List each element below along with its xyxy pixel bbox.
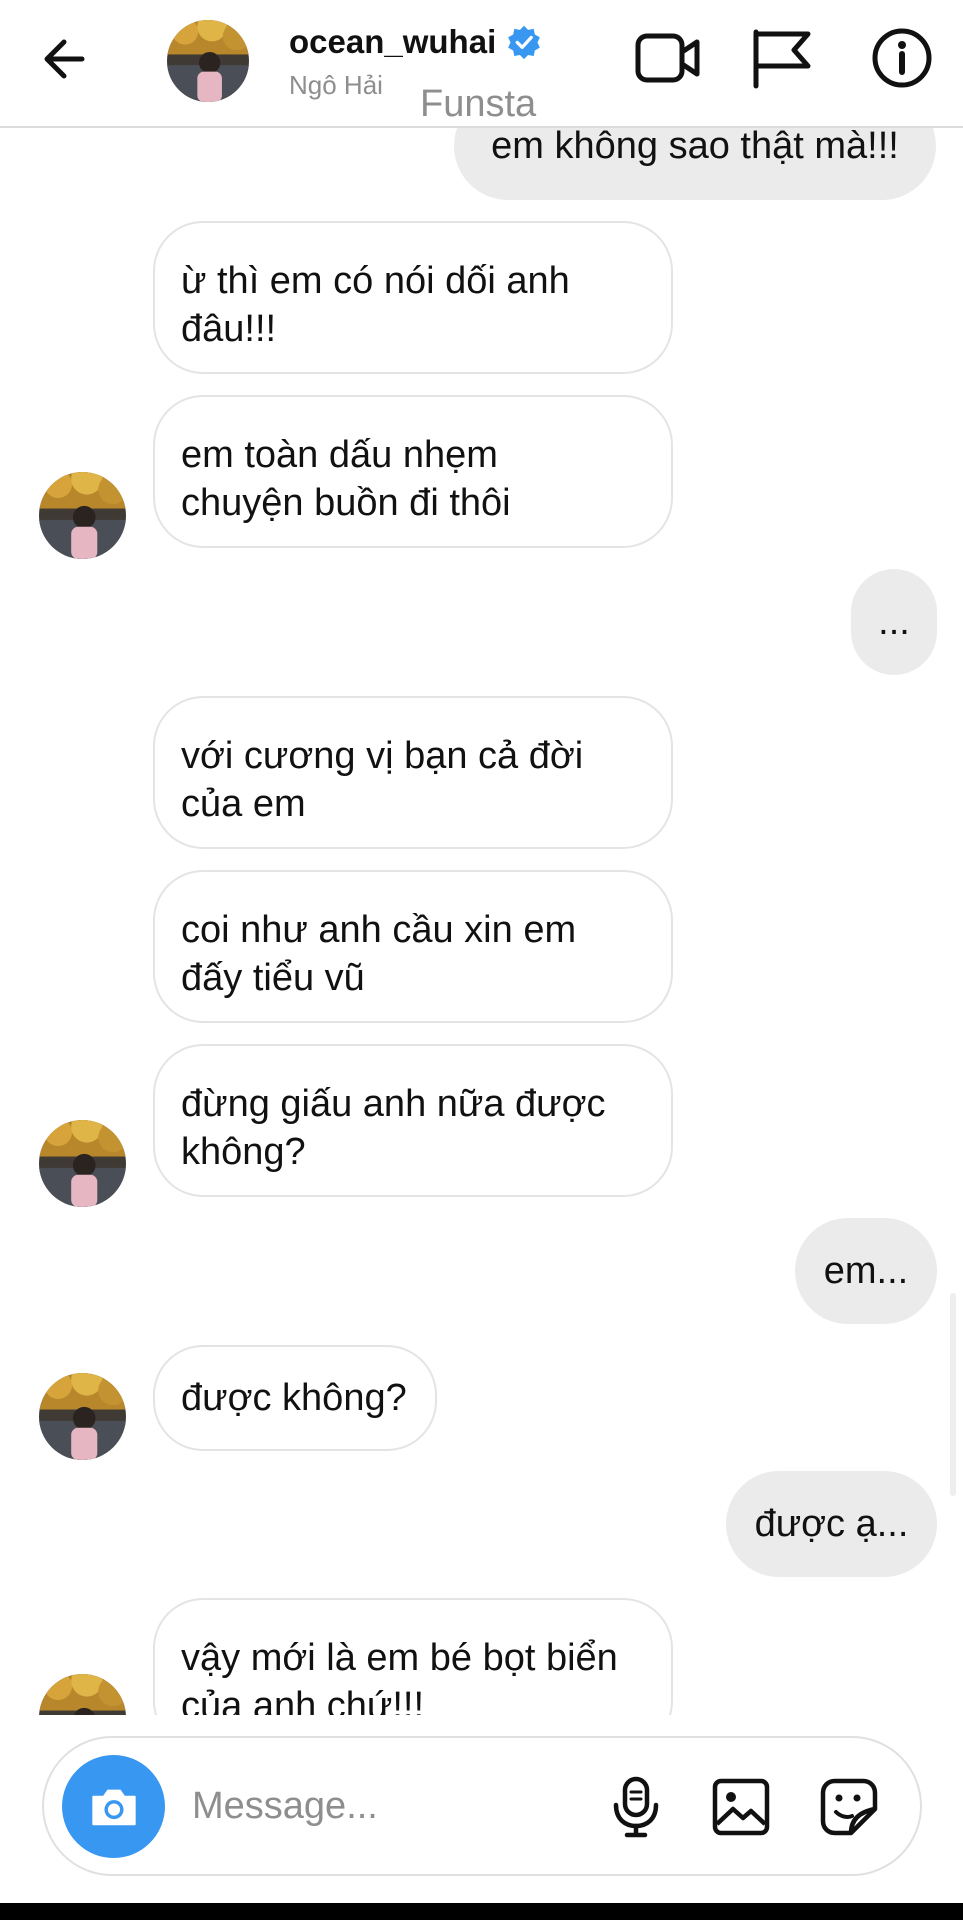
profile-avatar[interactable] [167, 20, 249, 102]
info-icon[interactable] [868, 26, 936, 90]
dm-thread-screen: em không sao thật mà!!! ừ thì em có nói … [0, 0, 963, 1920]
composer-area [0, 1715, 963, 1920]
message-bubble-outgoing[interactable]: được ạ... [726, 1471, 937, 1577]
message-bubble-incoming[interactable]: đừng giấu anh nữa được không? [153, 1044, 673, 1197]
app-watermark: Funsta [420, 83, 537, 125]
message-bubble-incoming[interactable]: ừ thì em có nói dối anh đâu!!! [153, 221, 673, 374]
message-bubble-incoming[interactable]: với cương vị bạn cả đời của em [153, 696, 673, 849]
verified-badge-icon [506, 24, 542, 60]
username[interactable]: ocean_wuhai [289, 20, 542, 64]
username-text[interactable]: ocean_wuhai [289, 20, 496, 64]
sender-avatar[interactable] [39, 1674, 126, 1715]
message-composer [42, 1736, 922, 1876]
full-name: Ngô Hải [289, 70, 383, 100]
sticker-icon[interactable] [819, 1776, 879, 1838]
message-input[interactable] [192, 1776, 492, 1836]
system-nav-bar [0, 1903, 963, 1920]
message-list[interactable]: em không sao thật mà!!! ừ thì em có nói … [0, 0, 963, 1715]
video-call-icon[interactable] [634, 26, 702, 90]
sender-avatar[interactable] [39, 1120, 126, 1207]
camera-button[interactable] [62, 1755, 165, 1858]
message-bubble-incoming[interactable]: được không? [153, 1345, 437, 1451]
conversation-header: ocean_wuhai Ngô Hải Funsta [0, 0, 963, 128]
camera-icon [91, 1789, 136, 1825]
sender-avatar[interactable] [39, 1373, 126, 1460]
back-arrow-icon[interactable] [38, 30, 96, 88]
message-bubble-incoming[interactable]: vậy mới là em bé bọt biển của anh chứ!!! [153, 1598, 673, 1715]
message-bubble-outgoing[interactable]: ... [851, 569, 937, 675]
sender-avatar[interactable] [39, 472, 126, 559]
message-bubble-incoming[interactable]: em toàn dấu nhẹm chuyện buồn đi thôi [153, 395, 673, 548]
gallery-icon[interactable] [711, 1776, 771, 1838]
scrollbar-thumb[interactable] [950, 1293, 956, 1496]
microphone-icon[interactable] [606, 1776, 666, 1838]
flag-icon[interactable] [748, 26, 816, 90]
message-bubble-outgoing[interactable]: em... [795, 1218, 937, 1324]
message-bubble-incoming[interactable]: coi như anh cầu xin em đấy tiểu vũ [153, 870, 673, 1023]
